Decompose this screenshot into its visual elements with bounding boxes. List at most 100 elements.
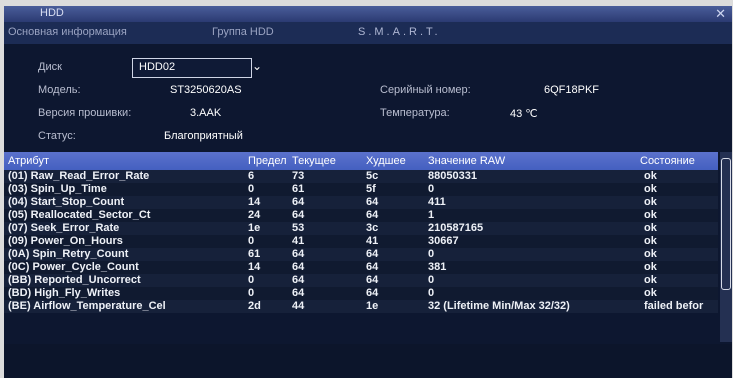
header-raw-value: Значение RAW <box>428 155 506 167</box>
cell-raw-value: 210587165 <box>428 222 484 234</box>
serial-label: Серийный номер: <box>380 84 471 96</box>
table-row[interactable]: (07) Seek_Error_Rate 1e 53 3c 210587165 ok <box>4 222 718 235</box>
cell-threshold: 0 <box>248 287 255 299</box>
table-row[interactable]: (09) Power_On_Hours 0 41 41 30667 ok <box>4 235 718 248</box>
cell-attribute: (0A) Spin_Retry_Count <box>8 248 129 260</box>
table-row[interactable]: (01) Raw_Read_Error_Rate 6 73 5c 88050331 ok <box>4 170 718 183</box>
disk-select[interactable]: HDD02 <box>132 58 252 78</box>
hdd-window: HDD ✕ Основная информация Группа HDD S.M… <box>4 6 732 378</box>
cell-current: 53 <box>292 222 305 234</box>
cell-current: 44 <box>292 300 305 312</box>
table-row[interactable]: (0A) Spin_Retry_Count 61 64 64 0 ok <box>4 248 718 261</box>
cell-threshold: 61 <box>248 248 261 260</box>
header-state: Состояние <box>640 155 695 167</box>
cell-raw-value: 411 <box>428 196 446 208</box>
table-row[interactable]: (BB) Reported_Uncorrect 0 64 64 0 ok <box>4 274 718 287</box>
cell-attribute: (05) Reallocated_Sector_Ct <box>8 209 151 221</box>
header-threshold: Предел <box>248 155 287 167</box>
firmware-value: 3.AAK <box>190 107 222 119</box>
cell-threshold: 0 <box>248 183 255 195</box>
cell-worst: 3c <box>366 222 379 234</box>
temperature-label: Температура: <box>380 107 450 119</box>
cell-threshold: 1e <box>248 222 261 234</box>
cell-threshold: 24 <box>248 209 261 221</box>
cell-attribute: (09) Power_On_Hours <box>8 235 123 247</box>
cell-worst: 64 <box>366 274 379 286</box>
tab-smart[interactable]: S.M.A.R.T. <box>358 26 441 38</box>
model-label: Модель: <box>38 84 81 96</box>
bottom-area <box>4 344 732 378</box>
header-worst: Худшее <box>366 155 406 167</box>
close-icon[interactable]: ✕ <box>715 6 726 22</box>
cell-state: ok <box>644 248 657 260</box>
cell-attribute: (BE) Airflow_Temperature_Cel <box>8 300 166 312</box>
cell-state: ok <box>644 235 657 247</box>
cell-state: ok <box>644 170 657 182</box>
cell-worst: 5c <box>366 170 379 182</box>
cell-threshold: 6 <box>248 170 255 182</box>
status-label: Статус: <box>38 130 76 142</box>
cell-worst: 41 <box>366 235 379 247</box>
cell-current: 73 <box>292 170 305 182</box>
serial-value: 6QF18PKF <box>544 84 600 96</box>
cell-state: ok <box>644 222 657 234</box>
cell-current: 64 <box>292 287 305 299</box>
cell-current: 64 <box>292 209 305 221</box>
cell-worst: 64 <box>366 196 379 208</box>
smart-table: Атрибут Предел Текущее Худшее Значение R… <box>4 152 732 342</box>
cell-state: ok <box>644 261 657 273</box>
cell-threshold: 2d <box>248 300 261 312</box>
tab-basic-info[interactable]: Основная информация <box>8 26 127 38</box>
table-row[interactable]: (05) Reallocated_Sector_Ct 24 64 64 1 ok <box>4 209 718 222</box>
cell-attribute: (04) Start_Stop_Count <box>8 196 125 208</box>
cell-raw-value: 1 <box>428 209 435 221</box>
cell-attribute: (03) Spin_Up_Time <box>8 183 107 195</box>
table-row[interactable]: (04) Start_Stop_Count 14 64 64 411 ok <box>4 196 718 209</box>
cell-attribute: (BB) Reported_Uncorrect <box>8 274 141 286</box>
cell-threshold: 0 <box>248 235 255 247</box>
window-title: HDD <box>40 7 64 19</box>
table-body: (01) Raw_Read_Error_Rate 6 73 5c 88050331 ok(… <box>4 170 718 313</box>
table-row[interactable]: (03) Spin_Up_Time 0 61 5f 0 ok <box>4 183 718 196</box>
table-row[interactable]: (0C) Power_Cycle_Count 14 64 64 381 ok <box>4 261 718 274</box>
table-row[interactable]: (BE) Airflow_Temperature_Cel 2d 44 1e 32 (Li… <box>4 300 718 313</box>
header-attribute: Атрибут <box>8 155 49 167</box>
tab-hdd-group[interactable]: Группа HDD <box>212 26 274 38</box>
cell-current: 61 <box>292 183 305 195</box>
cell-raw-value: 30667 <box>428 235 459 247</box>
cell-current: 64 <box>292 196 305 208</box>
tab-bar: Основная информация Группа HDD S.M.A.R.T… <box>4 22 732 44</box>
cell-worst: 5f <box>366 183 376 195</box>
cell-raw-value: 0 <box>428 274 435 286</box>
cell-raw-value: 32 (Lifetime Min/Max 32/32) <box>428 300 570 312</box>
cell-attribute: (BD) High_Fly_Writes <box>8 287 121 299</box>
cell-state: ok <box>644 287 657 299</box>
cell-current: 64 <box>292 261 305 273</box>
cell-threshold: 14 <box>248 196 261 208</box>
cell-attribute: (01) Raw_Read_Error_Rate <box>8 170 150 182</box>
cell-current: 64 <box>292 274 305 286</box>
cell-worst: 64 <box>366 261 379 273</box>
cell-raw-value: 0 <box>428 183 435 195</box>
scrollbar-thumb[interactable] <box>721 158 731 290</box>
cell-worst: 64 <box>366 248 379 260</box>
cell-worst: 64 <box>366 209 379 221</box>
cell-state: ok <box>644 209 657 221</box>
temperature-value: 43 ℃ <box>510 108 538 120</box>
cell-worst: 64 <box>366 287 379 299</box>
chevron-down-icon[interactable]: ⌄ <box>252 59 262 73</box>
cell-attribute: (07) Seek_Error_Rate <box>8 222 120 234</box>
disk-label: Диск <box>38 61 62 73</box>
cell-raw-value: 0 <box>428 287 435 299</box>
firmware-label: Версия прошивки: <box>38 107 132 119</box>
cell-attribute: (0C) Power_Cycle_Count <box>8 261 139 273</box>
table-row[interactable]: (BD) High_Fly_Writes 0 64 64 0 ok <box>4 287 718 300</box>
table-header: Атрибут Предел Текущее Худшее Значение R… <box>4 152 718 170</box>
table-scrollbar[interactable] <box>720 152 732 342</box>
cell-worst: 1e <box>366 300 379 312</box>
cell-state: ok <box>644 183 657 195</box>
cell-state: ok <box>644 274 657 286</box>
cell-threshold: 14 <box>248 261 261 273</box>
cell-current: 41 <box>292 235 305 247</box>
model-value: ST3250620AS <box>170 84 242 96</box>
